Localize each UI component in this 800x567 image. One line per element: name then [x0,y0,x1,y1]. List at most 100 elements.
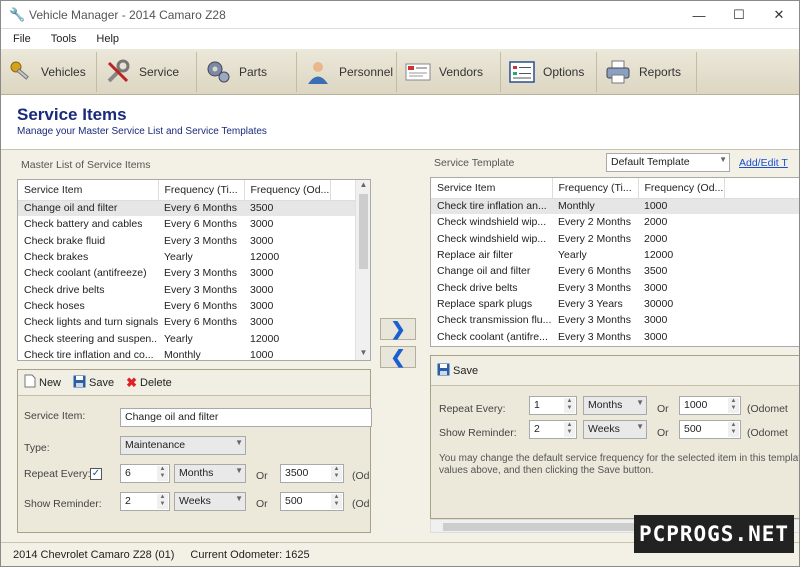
scroll-thumb[interactable] [359,194,368,269]
remove-from-template-button[interactable]: ❮ [380,346,416,368]
table-row[interactable]: Replace spark plugs Every 3 Years 30000 [431,296,799,312]
service-item-field[interactable]: Change oil and filter [120,408,372,427]
toolbar-parts-button[interactable]: Parts [197,51,297,92]
template-grid[interactable]: Service Item Frequency (Ti... Frequency … [430,177,799,347]
show-reminder-odometer-value: 500 [285,495,303,507]
save-icon [437,363,450,379]
table-row[interactable]: Check windshield wip... Every 2 Months 200… [431,231,799,247]
close-button[interactable]: ✕ [759,1,799,29]
toolbar-service-button[interactable]: Service [97,51,197,92]
spinner-arrows-icon[interactable]: ▲ ▼ [564,398,575,413]
table-row[interactable]: Check coolant (antifre... Every 3 Months 3… [431,328,799,344]
type-select[interactable]: Maintenance ▼ [120,436,246,455]
show-reminder-number[interactable]: 2 ▲ ▼ [120,492,170,511]
toolbar-vehicles-button[interactable]: Vehicles [1,51,97,92]
new-button[interactable]: New [24,374,61,391]
table-row[interactable]: Check hoses Every 6 Months 3000 [18,298,370,314]
template-reminder-odometer[interactable]: 500 ▲ ▼ [679,420,741,439]
toolbar-reports-button[interactable]: Reports [597,51,697,92]
table-row[interactable]: Check coolant (antifreeze) Every 3 Months… [18,265,370,281]
scroll-down-arrow[interactable]: ▼ [356,348,370,360]
show-reminder-odometer[interactable]: 500 ▲ ▼ [280,492,344,511]
table-row[interactable]: Check windshield wip... Every 2 Months 200… [431,214,799,230]
template-save-button[interactable]: Save [437,363,478,379]
cell-filler [724,312,799,328]
table-row[interactable]: Check brakes Yearly 12000 [18,249,370,265]
save-button[interactable]: Save [73,375,114,391]
menu-tools[interactable]: Tools [51,33,77,45]
spinner-arrows-icon[interactable]: ▲ ▼ [331,494,342,509]
column-header-frequency-odo[interactable]: Frequency (Od... [244,180,331,201]
odometer-unit-label: (Od [352,470,370,482]
template-repeat-unit-select[interactable]: Months ▼ [583,396,647,415]
spinner-arrows-icon[interactable]: ▲ ▼ [728,398,739,413]
cell-service-item: Check drive belts [24,283,105,296]
editor-toolbar: New Save ✖ Delete [18,370,370,396]
spinner-arrows-icon[interactable]: ▲ ▼ [157,494,168,509]
scroll-up-arrow[interactable]: ▲ [356,180,370,192]
cell-frequency-odo: 12000 [644,249,674,262]
spinner-arrows-icon[interactable]: ▲ ▼ [564,422,575,437]
master-list-label: Master List of Service Items [21,159,151,171]
table-row[interactable]: Check tire inflation an... Monthly 1000 [431,198,799,215]
cell-filler [724,198,799,215]
template-repeat-odometer[interactable]: 1000 ▲ ▼ [679,396,741,415]
chevron-down-icon: ▼ [235,494,243,503]
cell-frequency-odo: 3000 [644,330,668,343]
cell-service-item: Change oil and filter [437,265,531,278]
table-row[interactable]: Check drive belts Every 3 Months 3000 [431,279,799,295]
cell-frequency-odo: 3000 [250,283,274,296]
menu-file[interactable]: File [13,33,31,45]
column-header-frequency-odo[interactable]: Frequency (Od... [638,178,725,199]
table-row[interactable]: Replace air filter Yearly 12000 [431,247,799,263]
table-row[interactable]: Check brake fluid Every 3 Months 3000 [18,233,370,249]
page-title: Service Items [17,105,127,124]
table-row[interactable]: Check battery and cables Every 6 Months 30… [18,216,370,232]
toolbar-label: Personnel [339,64,394,79]
cell-service-item: Check windshield wip... [437,216,547,229]
column-header-service-item[interactable]: Service Item [18,180,159,201]
template-repeat-every-label: Repeat Every: [439,403,506,415]
show-reminder-label: Show Reminder: [24,498,102,510]
column-header-frequency-time[interactable]: Frequency (Ti... [158,180,245,201]
add-edit-template-link[interactable]: Add/Edit T [739,157,788,169]
table-row[interactable]: Check tire inflation and co... Monthly 100… [18,347,370,360]
template-select[interactable]: Default Template ▼ [606,153,730,172]
show-reminder-unit-select[interactable]: Weeks ▼ [174,492,246,511]
wrench-icon [105,59,131,85]
template-reminder-number[interactable]: 2 ▲ ▼ [529,420,577,439]
type-select-value: Maintenance [125,439,186,451]
toolbar-vendors-button[interactable]: Vendors [397,51,501,92]
minimize-button[interactable]: — [679,1,719,29]
table-row[interactable]: Change oil and filter Every 6 Months 3500 [431,263,799,279]
maximize-button[interactable]: ☐ [719,1,759,29]
cell-frequency-time: Every 2 Months [558,232,631,245]
template-reminder-unit-select[interactable]: Weeks ▼ [583,420,647,439]
repeat-every-checkbox[interactable]: ✓ [90,468,102,480]
table-row[interactable]: Check lights and turn signals Every 6 Mon… [18,314,370,330]
column-header-service-item[interactable]: Service Item [431,178,553,199]
cell-frequency-odo: 3000 [644,281,668,294]
or-label: Or [256,498,268,510]
spinner-arrows-icon[interactable]: ▲ ▼ [157,466,168,481]
master-scrollbar[interactable]: ▲ ▼ [355,180,370,360]
menu-help[interactable]: Help [96,33,119,45]
table-row[interactable]: Check transmission flu... Every 3 Months 3… [431,312,799,328]
spinner-arrows-icon[interactable]: ▲ ▼ [331,466,342,481]
delete-button[interactable]: ✖ Delete [126,375,172,391]
template-repeat-number[interactable]: 1 ▲ ▼ [529,396,577,415]
cell-service-item: Check transmission flu... [437,314,552,327]
cell-service-item: Replace spark plugs [437,297,533,310]
table-row[interactable]: Check steering and suspen... Yearly 12000 [18,330,370,346]
add-to-template-button[interactable]: ❯ [380,318,416,340]
repeat-every-odometer[interactable]: 3500 ▲ ▼ [280,464,344,483]
spinner-arrows-icon[interactable]: ▲ ▼ [728,422,739,437]
column-header-frequency-time[interactable]: Frequency (Ti... [552,178,639,199]
table-row[interactable]: Change oil and filter Every 6 Months 3500 [18,200,370,217]
toolbar-options-button[interactable]: Options [501,51,597,92]
toolbar-personnel-button[interactable]: Personnel [297,51,397,92]
repeat-every-number[interactable]: 6 ▲ ▼ [120,464,170,483]
master-list-grid[interactable]: Service Item Frequency (Ti... Frequency … [17,179,371,361]
table-row[interactable]: Check drive belts Every 3 Months 3000 [18,281,370,297]
repeat-every-unit-select[interactable]: Months ▼ [174,464,246,483]
